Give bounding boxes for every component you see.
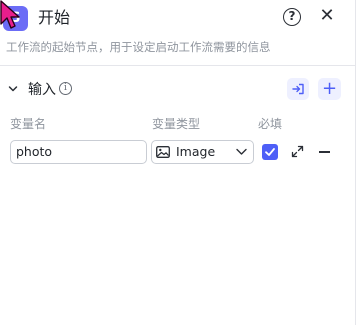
column-header-name: 变量名 (10, 117, 47, 131)
chevron-down-icon (236, 148, 247, 155)
add-variable-button[interactable]: + (318, 78, 341, 100)
variable-row: photo Image (0, 140, 356, 166)
import-variables-button[interactable] (287, 78, 309, 100)
panel-header: S 开始 ? ✕ (0, 0, 356, 36)
node-description: 工作流的起始节点，用于设定启动工作流需要的信息 (6, 40, 271, 54)
remove-variable-icon[interactable] (319, 151, 330, 153)
input-section-title: 输入 (28, 82, 56, 98)
expand-icon[interactable] (291, 145, 304, 158)
column-header-required: 必填 (258, 117, 283, 131)
variable-type-value: Image (176, 144, 216, 159)
image-icon (156, 146, 170, 158)
chevron-down-icon[interactable] (8, 84, 18, 94)
panel-title: 开始 (38, 8, 71, 27)
input-section-header[interactable]: 输入 i + (0, 76, 356, 104)
close-icon[interactable]: ✕ (317, 6, 337, 26)
mouse-cursor-icon (0, 0, 20, 29)
divider (0, 65, 356, 66)
import-icon (292, 83, 304, 95)
variable-type-select[interactable]: Image (151, 140, 254, 164)
info-icon[interactable]: i (59, 82, 72, 95)
help-icon[interactable]: ? (283, 8, 301, 26)
checkmark-icon (265, 148, 275, 156)
start-node-panel: S 开始 ? ✕ 工作流的起始节点，用于设定启动工作流需要的信息 输入 i + … (0, 0, 356, 325)
variable-name-input[interactable]: photo (10, 140, 147, 164)
required-checkbox[interactable] (262, 144, 278, 160)
column-header-type: 变量类型 (152, 117, 201, 131)
